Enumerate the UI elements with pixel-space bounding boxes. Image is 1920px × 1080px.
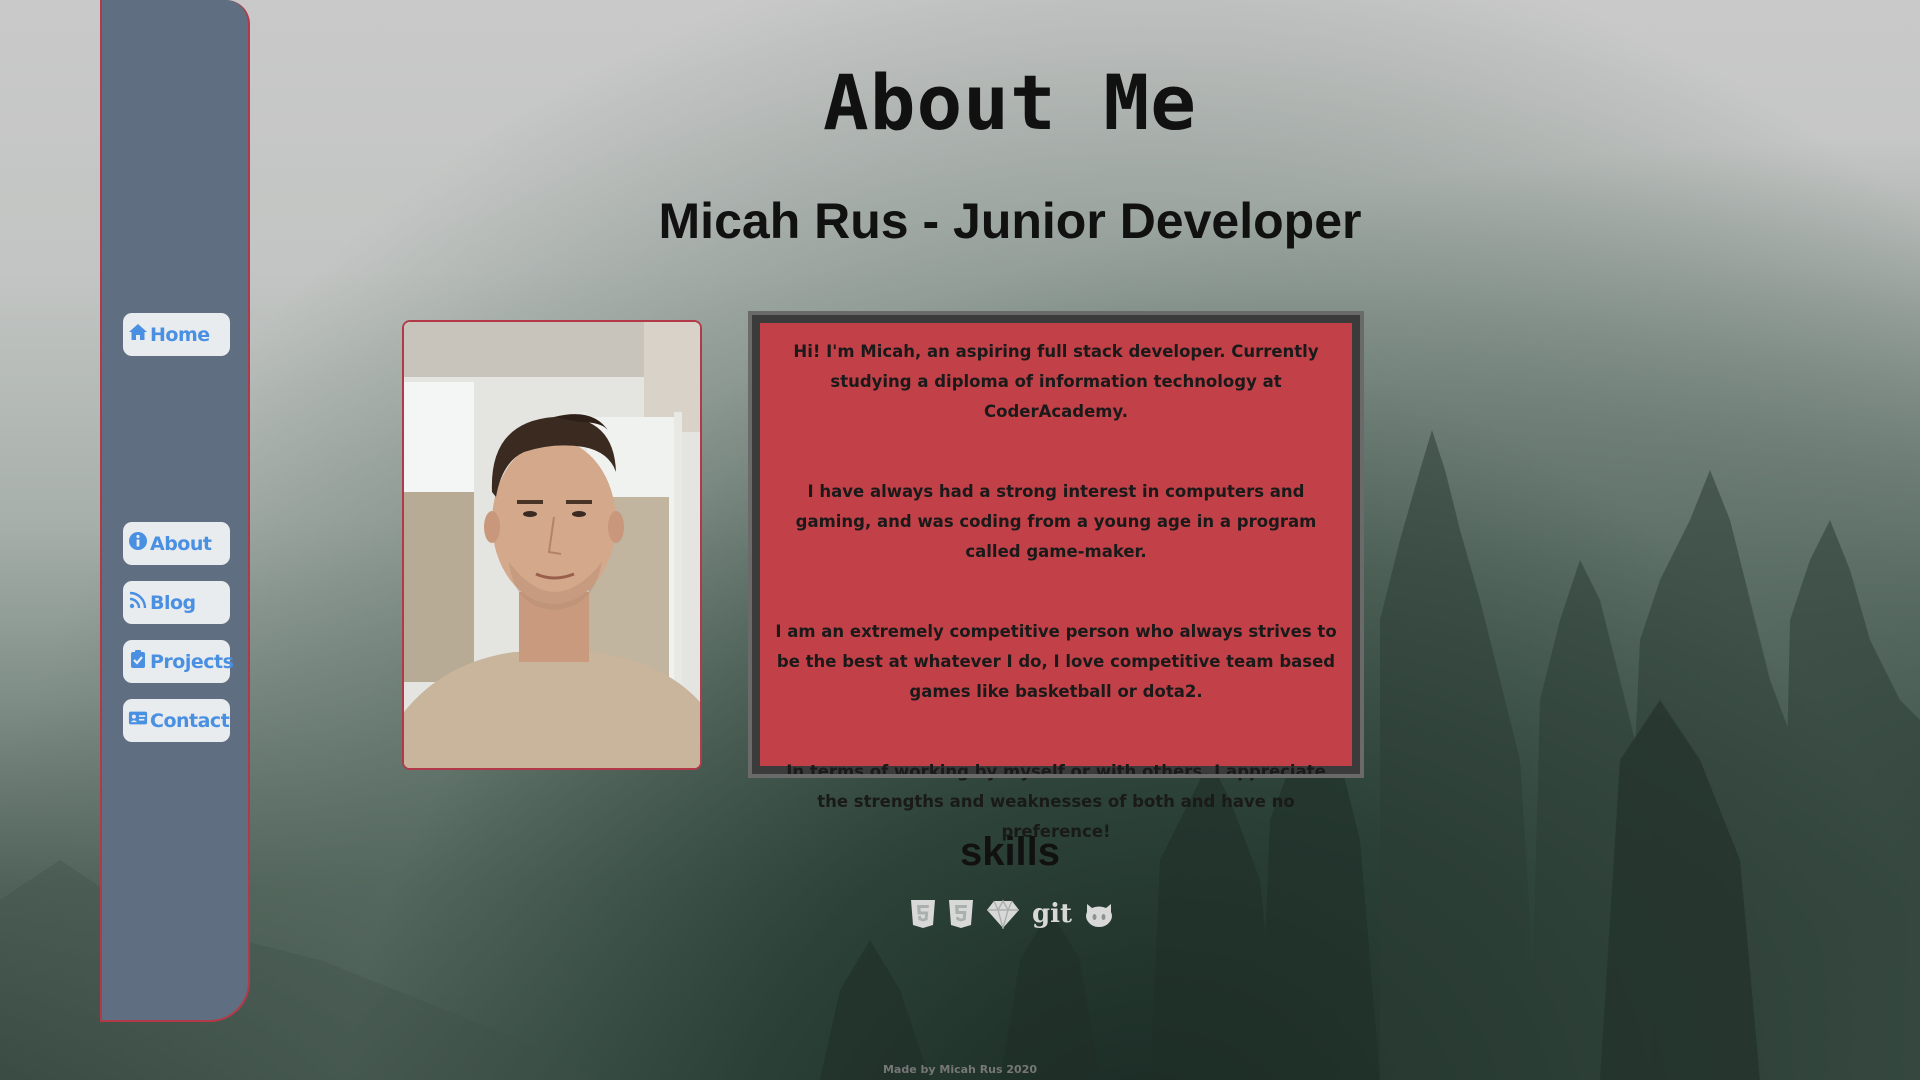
bio-paragraph-3: I am an extremely competitive person who… [775, 622, 1337, 701]
bio-paragraph-2: I have always had a strong interest in c… [795, 482, 1317, 561]
nav-about-label: About [150, 532, 212, 555]
nav-contact-button[interactable]: Contact [123, 699, 230, 742]
skills-title: skills [959, 830, 1061, 874]
footer-text: Made by Micah Rus 2020 [882, 1063, 1038, 1076]
nav-blog-button[interactable]: Blog [123, 581, 230, 624]
css3-icon [948, 899, 974, 929]
page-subtitle: Micah Rus - Junior Developer [658, 193, 1362, 249]
bio-box: Hi! I'm Micah, an aspiring full stack de… [748, 311, 1364, 841]
skills-icons: git [910, 897, 1114, 931]
nav-about-button[interactable]: About [123, 522, 230, 565]
profile-photo [402, 320, 702, 770]
bio-paragraph-1: Hi! I'm Micah, an aspiring full stack de… [793, 342, 1319, 421]
info-icon [128, 531, 150, 556]
nav-home-button[interactable]: Home [123, 313, 230, 356]
nav-blog-label: Blog [150, 591, 196, 614]
sidebar: Home About Blog Projects Contact [100, 0, 250, 1022]
nav-home-label: Home [150, 323, 210, 346]
nav-contact-label: Contact [150, 709, 230, 732]
clipboard-check-icon [128, 649, 150, 674]
sketch-icon [986, 899, 1020, 929]
home-icon [128, 322, 150, 347]
github-icon [1084, 900, 1114, 928]
rss-icon [128, 590, 150, 615]
page-title: About Me [822, 58, 1198, 147]
git-icon: git [1032, 899, 1073, 929]
nav-projects-label: Projects [150, 650, 234, 673]
nav-projects-button[interactable]: Projects [123, 640, 234, 683]
html5-icon [910, 899, 936, 929]
id-card-icon [128, 708, 150, 733]
